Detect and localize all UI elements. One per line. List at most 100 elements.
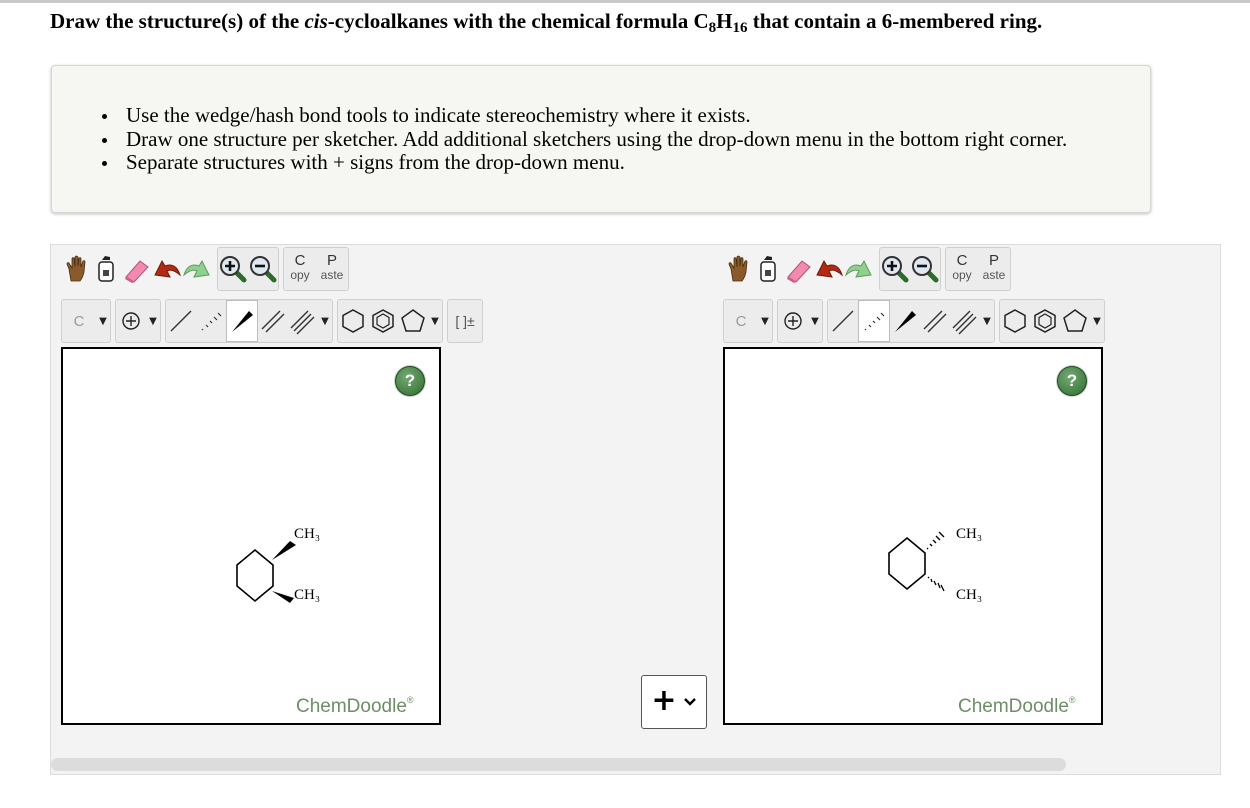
- undo-icon[interactable]: [152, 252, 182, 286]
- methyl-label-bottom: CH₃: [956, 587, 983, 603]
- tool-group-charge-bracket: [ ]±: [447, 299, 483, 343]
- paste-button[interactable]: Paste: [978, 250, 1010, 288]
- element-dropdown-icon[interactable]: ▼: [96, 311, 110, 331]
- zoom-out-icon[interactable]: [248, 252, 278, 286]
- wedge-bond-icon[interactable]: [226, 300, 258, 342]
- clear-icon[interactable]: [92, 252, 122, 286]
- toolbar-row-1: Copy Paste: [723, 247, 1015, 291]
- copy-top: C: [294, 252, 306, 269]
- zoom-in-icon[interactable]: [880, 252, 910, 286]
- instruction-item: Separate structures with + signs from th…: [101, 150, 1067, 175]
- hash-bond-bottom: [927, 576, 945, 592]
- instruction-item: Draw one structure per sketcher. Add add…: [101, 126, 1068, 151]
- toolbar-row-2: C ▼ ▼ ▼ ▼: [723, 299, 1109, 343]
- wedge-bond-icon[interactable]: [890, 304, 920, 338]
- benzene-icon[interactable]: [368, 304, 398, 338]
- element-dropdown-icon[interactable]: ▼: [758, 311, 772, 331]
- top-divider: [0, 0, 1250, 3]
- formula-h: H: [716, 9, 733, 33]
- brand-text: ChemDoodle: [958, 696, 1069, 717]
- molecule-drawing: [236, 541, 296, 603]
- double-bond-icon[interactable]: [258, 304, 288, 338]
- tool-group-clipboard: Copy Paste: [945, 247, 1011, 291]
- chevron-down-icon: [683, 698, 696, 706]
- triple-bond-icon[interactable]: [288, 304, 318, 338]
- paste-bottom: aste: [982, 268, 1006, 282]
- hand-icon[interactable]: [62, 252, 92, 286]
- question-middle: -cycloalkanes with the chemical formula …: [327, 9, 709, 33]
- hash-bond-icon[interactable]: [196, 304, 226, 338]
- charge-plus-icon[interactable]: [116, 304, 146, 338]
- clear-icon[interactable]: [754, 252, 784, 286]
- sketcher-canvas[interactable]: ? CH₃ CH₃ ChemDoodle®: [723, 347, 1103, 725]
- tool-group-bonds: ▼: [827, 299, 995, 343]
- double-bond-icon[interactable]: [920, 304, 950, 338]
- ring-dropdown-icon[interactable]: ▼: [1090, 311, 1104, 331]
- eraser-icon[interactable]: [122, 252, 152, 286]
- tool-group-edit: [723, 247, 875, 291]
- triple-bond-icon[interactable]: [950, 304, 980, 338]
- hash-bond-top: [926, 531, 945, 550]
- tool-group-charge: ▼: [777, 299, 823, 343]
- brand-mark: ®: [1068, 695, 1076, 705]
- horizontal-scrollbar[interactable]: [51, 758, 1066, 771]
- tool-group-zoom: [879, 247, 941, 291]
- redo-icon[interactable]: [182, 252, 212, 286]
- tool-group-element: C ▼: [723, 299, 773, 343]
- add-sketcher-dropdown[interactable]: +: [641, 675, 707, 729]
- zoom-out-icon[interactable]: [910, 252, 940, 286]
- paste-top: P: [988, 252, 999, 269]
- bond-dropdown-icon[interactable]: ▼: [980, 311, 994, 331]
- tool-group-edit: [61, 247, 213, 291]
- methyl-label-top: CH₃: [956, 526, 983, 542]
- sketcher-1: Copy Paste C ▼ ▼ ▼ ▼ []± ? CH₃ CH₃ Chem…: [61, 245, 483, 725]
- charge-bracket-button[interactable]: [ ]±: [448, 313, 482, 329]
- formula-sub-16: 16: [732, 20, 748, 36]
- question-italic: cis: [304, 9, 328, 33]
- paste-bottom: aste: [320, 268, 344, 282]
- cyclopentane-icon[interactable]: [398, 304, 428, 338]
- brand-mark: ®: [406, 695, 414, 705]
- ring-dropdown-icon[interactable]: ▼: [428, 311, 442, 331]
- paste-top: P: [326, 252, 337, 269]
- hash-bond-icon[interactable]: [858, 300, 890, 342]
- plus-icon: +: [651, 682, 677, 718]
- tool-group-bonds: ▼: [165, 299, 333, 343]
- bond-dropdown-icon[interactable]: ▼: [318, 311, 332, 331]
- copy-button[interactable]: Copy: [946, 250, 978, 288]
- eraser-icon[interactable]: [784, 252, 814, 286]
- element-carbon-button[interactable]: C: [62, 313, 96, 330]
- copy-button[interactable]: Copy: [284, 250, 316, 288]
- single-bond-icon[interactable]: [828, 304, 858, 338]
- chemdoodle-logo: ChemDoodle®: [296, 695, 414, 718]
- benzene-icon[interactable]: [1030, 304, 1060, 338]
- charge-dropdown-icon[interactable]: ▼: [146, 311, 160, 331]
- instructions-box: Use the wedge/hash bond tools to indicat…: [51, 65, 1151, 213]
- sketcher-canvas[interactable]: ? CH₃ CH₃ ChemDoodle®: [61, 347, 441, 725]
- copy-bottom: opy: [952, 268, 972, 282]
- paste-button[interactable]: Paste: [316, 250, 348, 288]
- single-bond-icon[interactable]: [166, 304, 196, 338]
- brand-text: ChemDoodle: [296, 696, 407, 717]
- charge-plus-icon[interactable]: [778, 304, 808, 338]
- hand-icon[interactable]: [724, 252, 754, 286]
- copy-top: C: [956, 252, 968, 269]
- toolbar-row-1: Copy Paste: [61, 247, 353, 291]
- toolbar-row-2: C ▼ ▼ ▼ ▼ [ ]±: [61, 299, 487, 343]
- tool-group-clipboard: Copy Paste: [283, 247, 349, 291]
- element-carbon-button[interactable]: C: [724, 313, 758, 330]
- charge-dropdown-icon[interactable]: ▼: [808, 311, 822, 331]
- instructions-list: Use the wedge/hash bond tools to indicat…: [101, 103, 1068, 175]
- instruction-item: Use the wedge/hash bond tools to indicat…: [101, 103, 1067, 128]
- cyclopentane-icon[interactable]: [1060, 304, 1090, 338]
- sketcher-workarea: Copy Paste C ▼ ▼ ▼ ▼ []± ? CH₃ CH₃ Chem…: [50, 244, 1221, 775]
- question-text: Draw the structure(s) of the cis-cycloal…: [50, 9, 1042, 37]
- cyclohexane-icon[interactable]: [1000, 304, 1030, 338]
- zoom-in-icon[interactable]: [218, 252, 248, 286]
- redo-icon[interactable]: [844, 252, 874, 286]
- tool-group-charge: ▼: [115, 299, 161, 343]
- methyl-label-top: CH₃: [294, 526, 321, 542]
- chemdoodle-logo: ChemDoodle®: [958, 695, 1076, 718]
- undo-icon[interactable]: [814, 252, 844, 286]
- cyclohexane-icon[interactable]: [338, 304, 368, 338]
